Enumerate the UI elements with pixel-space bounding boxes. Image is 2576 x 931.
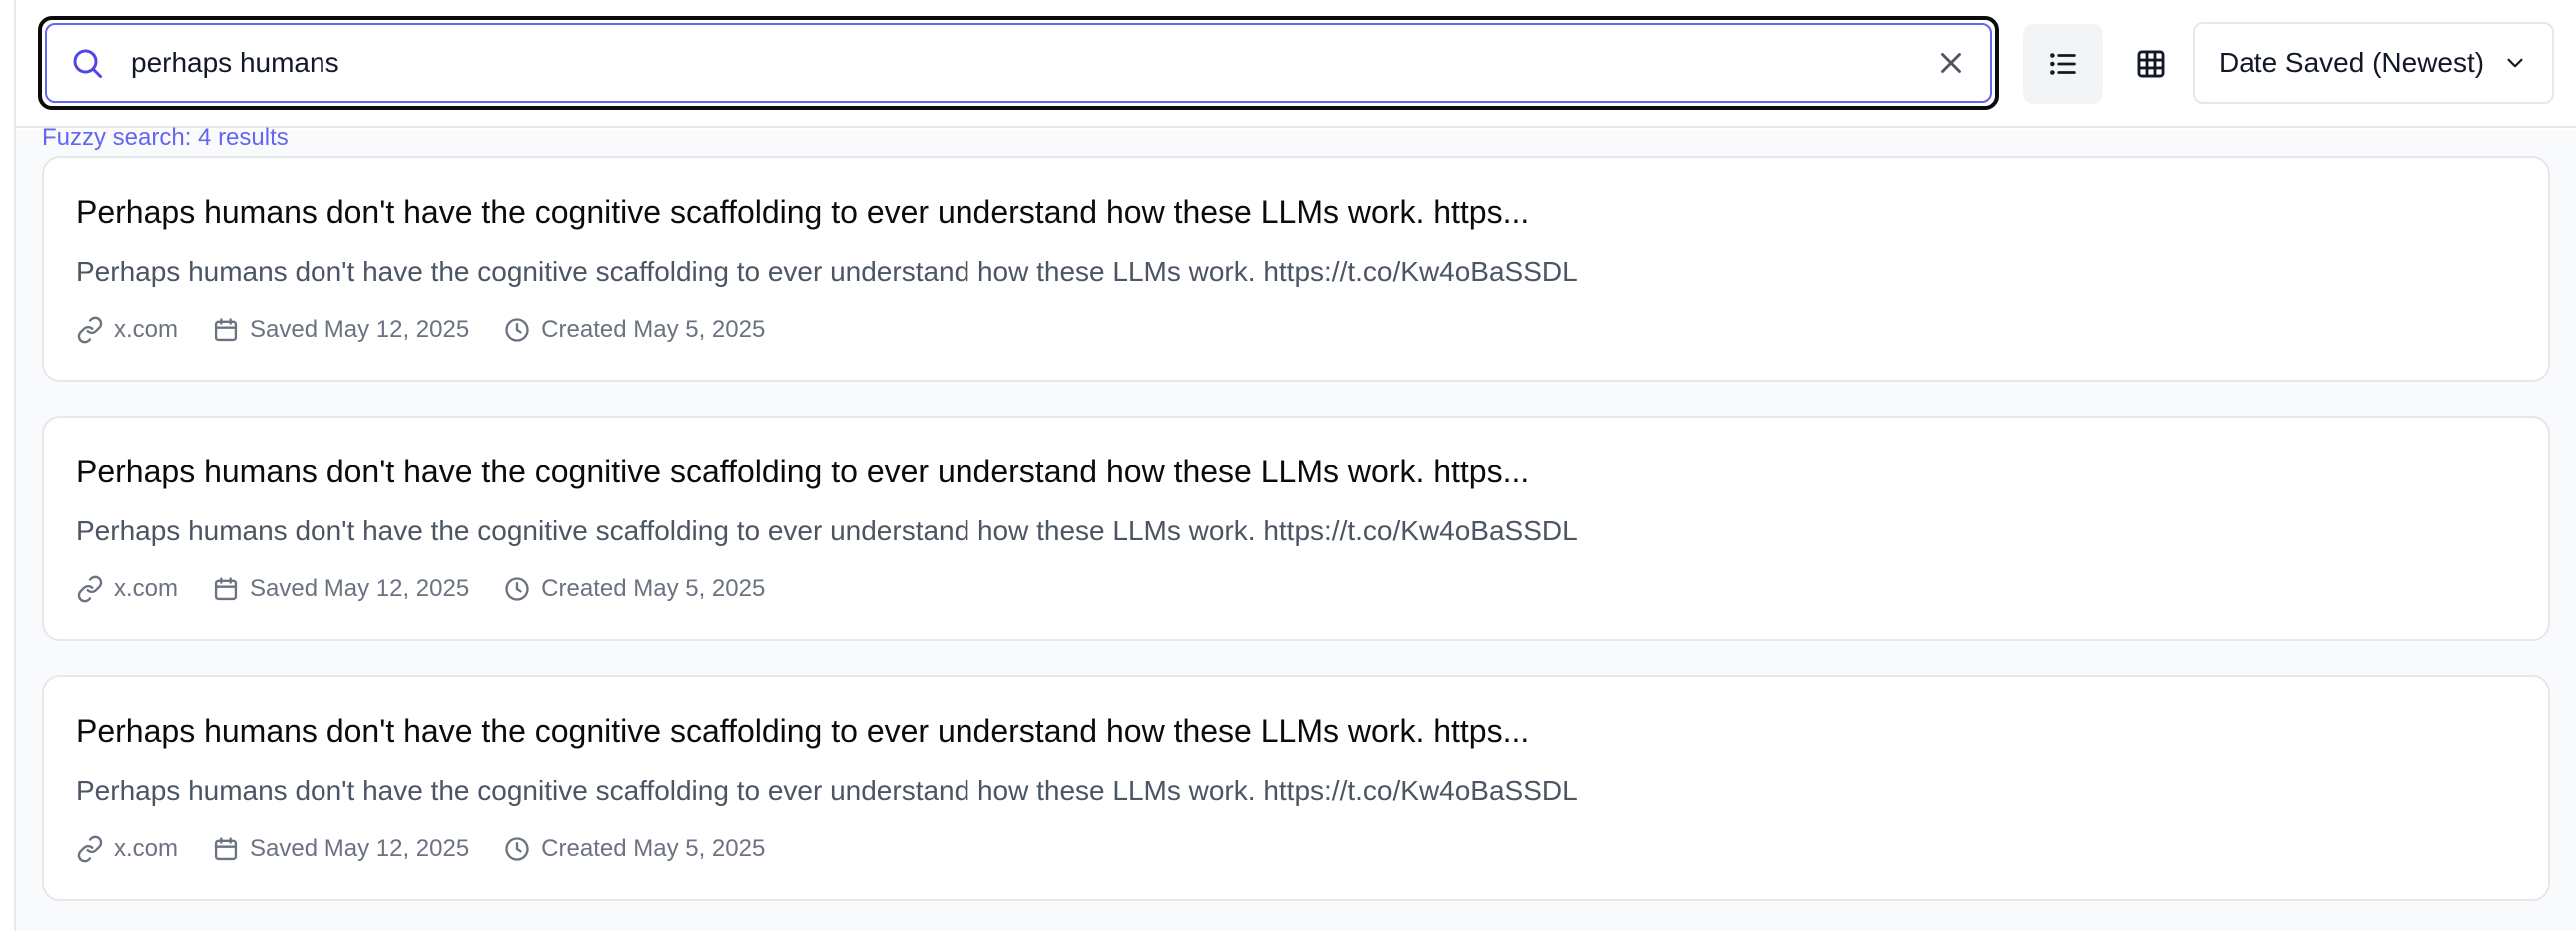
search-icon <box>73 49 102 78</box>
toolbar: Date Saved (Newest) <box>16 0 2576 128</box>
card-description: Perhaps humans don't have the cognitive … <box>76 775 1578 806</box>
link-icon <box>77 316 103 344</box>
meta-saved: Saved May 12, 2025 <box>212 575 469 603</box>
domain-text: x.com <box>114 575 179 602</box>
grid-icon <box>2137 50 2165 78</box>
search-input[interactable] <box>131 47 1934 79</box>
card-title[interactable]: Perhaps humans don't have the cognitive … <box>76 454 1529 490</box>
results-area: Fuzzy search: 4 results Perhaps humans d… <box>16 124 2576 931</box>
meta-created: Created May 5, 2025 <box>503 835 765 863</box>
saved-date: Saved May 12, 2025 <box>250 575 470 602</box>
calendar-icon <box>214 318 238 342</box>
list-view-button[interactable] <box>2023 24 2103 104</box>
search-focus-ring <box>38 16 1999 110</box>
calendar-icon <box>214 577 238 601</box>
bookmark-card[interactable]: Perhaps humans don't have the cognitive … <box>42 416 2550 641</box>
meta-domain[interactable]: x.com <box>76 316 178 344</box>
meta-saved: Saved May 12, 2025 <box>212 316 469 344</box>
meta-domain[interactable]: x.com <box>76 835 178 863</box>
link-icon <box>77 575 103 603</box>
bookmark-card[interactable]: Perhaps humans don't have the cognitive … <box>42 675 2550 901</box>
clock-icon <box>505 577 529 601</box>
meta-saved: Saved May 12, 2025 <box>212 835 469 863</box>
created-date: Created May 5, 2025 <box>541 575 766 602</box>
card-meta: x.com Saved May 12, 2025 Created May 5, … <box>76 575 799 603</box>
clock-icon <box>505 318 529 342</box>
saved-date: Saved May 12, 2025 <box>250 835 470 862</box>
link-icon <box>77 835 103 863</box>
card-title[interactable]: Perhaps humans don't have the cognitive … <box>76 194 1529 231</box>
domain-text: x.com <box>114 835 179 862</box>
search-box[interactable] <box>45 23 1992 103</box>
clock-icon <box>505 837 529 861</box>
domain-text: x.com <box>114 316 179 343</box>
list-icon <box>2050 53 2076 75</box>
card-description: Perhaps humans don't have the cognitive … <box>76 515 1578 546</box>
sort-selected-label: Date Saved (Newest) <box>2219 47 2485 78</box>
search-results-summary: Fuzzy search: 4 results <box>42 124 289 151</box>
card-description: Perhaps humans don't have the cognitive … <box>76 256 1578 287</box>
meta-domain[interactable]: x.com <box>76 575 178 603</box>
meta-created: Created May 5, 2025 <box>503 575 765 603</box>
chevron-down-icon <box>2507 58 2523 68</box>
meta-created: Created May 5, 2025 <box>503 316 765 344</box>
created-date: Created May 5, 2025 <box>541 316 766 343</box>
bookmark-card[interactable]: Perhaps humans don't have the cognitive … <box>42 156 2550 382</box>
saved-date: Saved May 12, 2025 <box>250 316 470 343</box>
close-icon[interactable] <box>1934 46 1968 80</box>
created-date: Created May 5, 2025 <box>541 835 766 862</box>
card-meta: x.com Saved May 12, 2025 Created May 5, … <box>76 316 799 344</box>
calendar-icon <box>214 837 238 861</box>
sort-dropdown[interactable]: Date Saved (Newest) <box>2193 22 2554 104</box>
grid-view-button[interactable] <box>2111 24 2191 104</box>
card-title[interactable]: Perhaps humans don't have the cognitive … <box>76 713 1529 750</box>
card-meta: x.com Saved May 12, 2025 Created May 5, … <box>76 835 799 863</box>
app-window: Date Saved (Newest) Fuzzy search: 4 resu… <box>14 0 2576 931</box>
